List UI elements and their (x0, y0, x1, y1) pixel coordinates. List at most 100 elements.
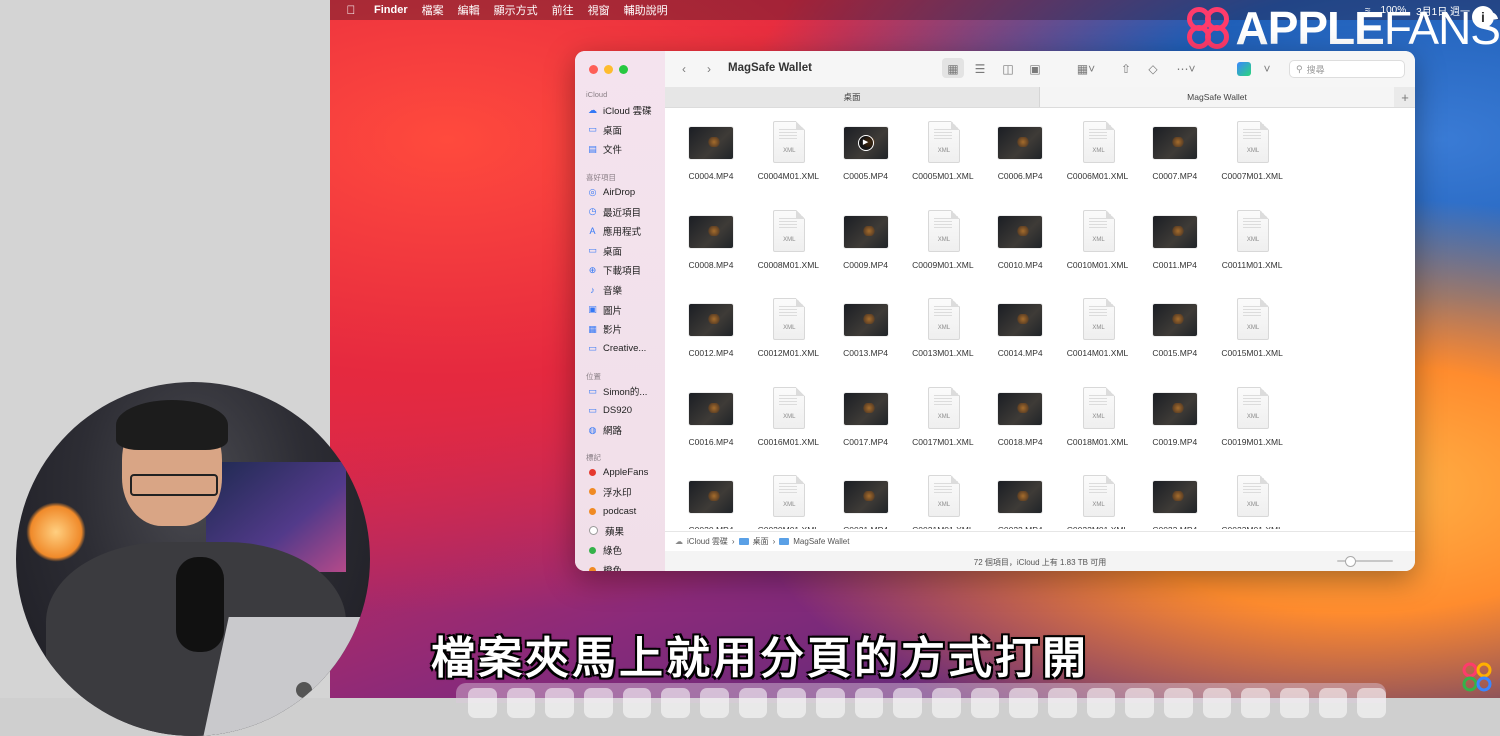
file-item[interactable]: XML C0018M01.XML (1062, 379, 1134, 459)
file-item[interactable]: XML C0016M01.XML (752, 379, 824, 459)
file-item[interactable]: XML C0009M01.XML (907, 202, 979, 282)
dock-app-icon[interactable] (893, 688, 923, 718)
group-icon[interactable]: ▦˅ (1073, 61, 1099, 77)
minimize-button[interactable] (604, 65, 613, 74)
file-item[interactable]: XML C0005M01.XML (907, 113, 979, 193)
dock-app-icon[interactable] (584, 688, 613, 718)
file-item[interactable]: C0023.MP4 (1139, 467, 1211, 529)
dock-app-icon[interactable] (700, 688, 729, 718)
sidebar-tag[interactable]: 浮水印 (587, 484, 632, 500)
back-button[interactable]: ‹ (677, 61, 691, 77)
dock-app-icon[interactable] (1280, 688, 1309, 718)
file-item[interactable]: C0016.MP4 (675, 379, 747, 459)
file-item[interactable]: XML C0006M01.XML (1062, 113, 1134, 193)
sidebar-item[interactable]: A 應用程式 (587, 223, 641, 239)
gallery-view-icon[interactable]: ▣ (1027, 61, 1043, 77)
sidebar-item[interactable]: ♪ 音樂 (587, 282, 622, 298)
list-view-icon[interactable]: ☰ (972, 61, 988, 77)
icon-view-icon[interactable]: ▦ (945, 61, 961, 77)
file-item[interactable]: ▶ C0005.MP4 (830, 113, 902, 193)
tag-icon[interactable]: ◇ (1145, 61, 1161, 77)
dock-app-icon[interactable] (1202, 688, 1232, 718)
dock-app-icon[interactable] (468, 688, 497, 718)
menu-edit[interactable]: 編輯 (458, 2, 480, 18)
file-item[interactable]: XML C0017M01.XML (907, 379, 979, 459)
sidebar-item[interactable]: ▤ 文件 (587, 141, 622, 157)
sidebar-item[interactable]: ▭ Simon的... (587, 383, 647, 399)
forward-button[interactable]: › (702, 61, 716, 77)
sidebar-item[interactable]: ◎ AirDrop (587, 184, 636, 200)
menu-go[interactable]: 前往 (552, 2, 574, 18)
sidebar-item[interactable]: ◷ 最近項目 (587, 204, 641, 220)
sidebar-item[interactable]: ▦ 影片 (587, 321, 622, 337)
share-icon[interactable]: ⇧ (1118, 61, 1134, 77)
menu-help[interactable]: 輔助說明 (624, 2, 668, 18)
file-item[interactable]: C0008.MP4 (675, 202, 747, 282)
zoom-button[interactable] (619, 65, 628, 74)
path-icloud[interactable]: iCloud 雲碟 (687, 536, 728, 547)
dock-app-icon[interactable] (622, 688, 652, 718)
dock-app-icon[interactable] (1318, 688, 1348, 718)
menu-window[interactable]: 視窗 (588, 2, 610, 18)
file-item[interactable]: XMLC0022M01.XML (1062, 467, 1134, 529)
tab-desktop[interactable]: 桌面 (665, 87, 1040, 107)
file-item[interactable]: C0006.MP4 (984, 113, 1056, 193)
file-item[interactable]: C0010.MP4 (984, 202, 1056, 282)
file-item[interactable]: C0012.MP4 (675, 290, 747, 370)
more-actions-icon[interactable]: ⋯˅ (1173, 61, 1199, 77)
file-item[interactable]: C0022.MP4 (984, 467, 1056, 529)
dock-app-icon[interactable] (854, 688, 884, 718)
sidebar-tag[interactable]: 蘋果 (587, 523, 624, 539)
file-item[interactable]: XML C0012M01.XML (752, 290, 824, 370)
dock-app-icon[interactable] (816, 688, 845, 718)
dock-app-icon[interactable] (1086, 688, 1116, 718)
dock-app-icon[interactable] (1164, 688, 1193, 718)
file-item[interactable]: C0020.MP4 (675, 467, 747, 529)
sidebar-tag[interactable]: 橙色 (587, 562, 622, 571)
file-item[interactable]: XML C0015M01.XML (1216, 290, 1288, 370)
close-button[interactable] (589, 65, 598, 74)
dock-app-icon[interactable] (661, 688, 691, 718)
file-item[interactable]: XML C0008M01.XML (752, 202, 824, 282)
menu-view[interactable]: 顯示方式 (494, 2, 538, 18)
file-item[interactable]: C0021.MP4 (830, 467, 902, 529)
path-magsafe[interactable]: MagSafe Wallet (793, 537, 849, 546)
dock-app-icon[interactable] (1048, 688, 1077, 718)
dock-app-icon[interactable] (738, 688, 768, 718)
sidebar-item[interactable]: ▭ Creative... (587, 341, 646, 357)
sidebar-tag[interactable]: 綠色 (587, 542, 622, 558)
dock-app-icon[interactable] (970, 688, 1000, 718)
tab-magsafe-wallet[interactable]: MagSafe Wallet (1040, 87, 1394, 107)
chevron-down-icon[interactable]: ˅ (1261, 61, 1273, 77)
file-item[interactable]: XML C0010M01.XML (1062, 202, 1134, 282)
file-item[interactable]: C0017.MP4 (830, 379, 902, 459)
menu-file[interactable]: 檔案 (422, 2, 444, 18)
new-tab-button[interactable]: + (1395, 87, 1415, 107)
sidebar-item[interactable]: ▭ 桌面 (587, 122, 622, 138)
file-item[interactable]: XML C0014M01.XML (1062, 290, 1134, 370)
file-item[interactable]: C0009.MP4 (830, 202, 902, 282)
file-item[interactable]: C0014.MP4 (984, 290, 1056, 370)
dock-app-icon[interactable] (1125, 688, 1155, 718)
dock-app-icon[interactable] (1241, 688, 1271, 718)
path-desktop[interactable]: 桌面 (753, 536, 769, 547)
slider-knob[interactable] (1345, 556, 1356, 567)
sidebar-item[interactable]: ◍ 網路 (587, 422, 622, 438)
dock-app-icon[interactable] (1009, 688, 1039, 718)
menu-finder[interactable]: Finder (374, 4, 408, 16)
apple-menu-icon[interactable]:  (342, 1, 360, 19)
sidebar-tag[interactable]: podcast (587, 503, 636, 519)
file-item[interactable]: C0018.MP4 (984, 379, 1056, 459)
file-item[interactable]: XMLC0023M01.XML (1216, 467, 1288, 529)
file-item[interactable]: C0004.MP4 (675, 113, 747, 193)
dock-app-icon[interactable] (1357, 688, 1387, 718)
play-icon[interactable]: ▶ (857, 135, 874, 151)
file-item[interactable]: XML C0004M01.XML (752, 113, 824, 193)
dock-app-icon[interactable] (777, 688, 807, 718)
column-view-icon[interactable]: ◫ (1000, 61, 1016, 77)
info-icon[interactable]: i (1472, 6, 1494, 28)
icon-size-slider[interactable] (1337, 556, 1393, 567)
sidebar-item[interactable]: ▭ DS920 (587, 403, 632, 419)
app-extension-icon[interactable] (1235, 61, 1253, 77)
file-item[interactable]: C0015.MP4 (1139, 290, 1211, 370)
